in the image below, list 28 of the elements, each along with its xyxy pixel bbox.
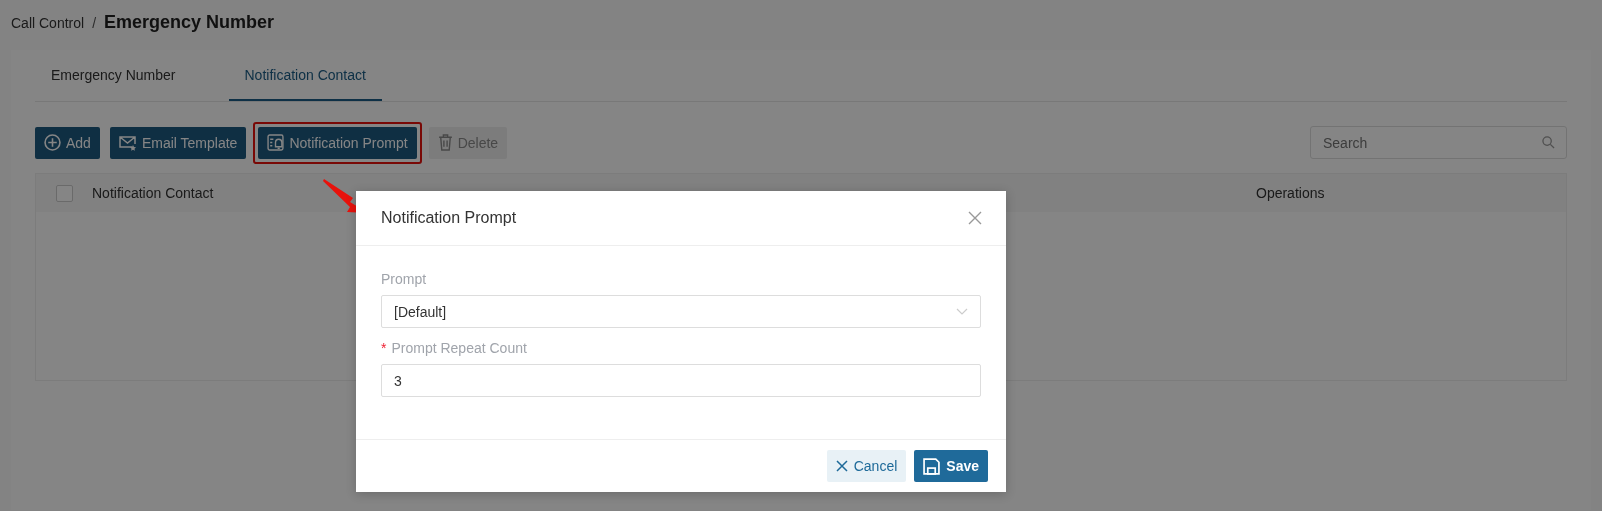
dialog-title: Notification Prompt xyxy=(381,209,517,227)
breadcrumb-link[interactable]: Call Control xyxy=(11,15,85,31)
prompt-button[interactable]: Notification Prompt xyxy=(258,126,417,159)
field-label: Prompt Repeat Count xyxy=(391,340,527,356)
plus-circle-icon xyxy=(44,134,61,151)
bell-list-icon xyxy=(267,134,285,151)
page-title: Emergency Number xyxy=(104,12,275,33)
close-icon[interactable] xyxy=(968,211,982,225)
search-icon xyxy=(1542,136,1555,149)
email-button[interactable]: Email Template xyxy=(109,126,247,159)
cancel-button[interactable]: Cancel xyxy=(826,450,907,482)
column-header: Notification Contact xyxy=(92,185,214,201)
tab[interactable]: Notification Contact xyxy=(228,50,382,101)
add-button[interactable]: Add xyxy=(35,126,100,159)
checkbox[interactable] xyxy=(55,184,73,202)
prompt-select[interactable]: [Default] xyxy=(381,295,981,328)
required-mark: * xyxy=(381,340,387,356)
column-header: Operations xyxy=(1256,185,1325,201)
breadcrumb-separator: / xyxy=(92,15,97,31)
chevron-down-icon xyxy=(956,307,968,316)
close-icon xyxy=(835,460,848,472)
input-field[interactable]: 3 xyxy=(381,364,981,397)
envelope-star-icon xyxy=(118,134,137,151)
tab[interactable]: Emergency Number xyxy=(35,50,201,101)
trash-icon xyxy=(437,134,453,151)
save-button[interactable]: Save xyxy=(914,450,988,482)
search-field[interactable]: Search xyxy=(1310,126,1567,159)
field-label: Prompt xyxy=(381,271,427,287)
